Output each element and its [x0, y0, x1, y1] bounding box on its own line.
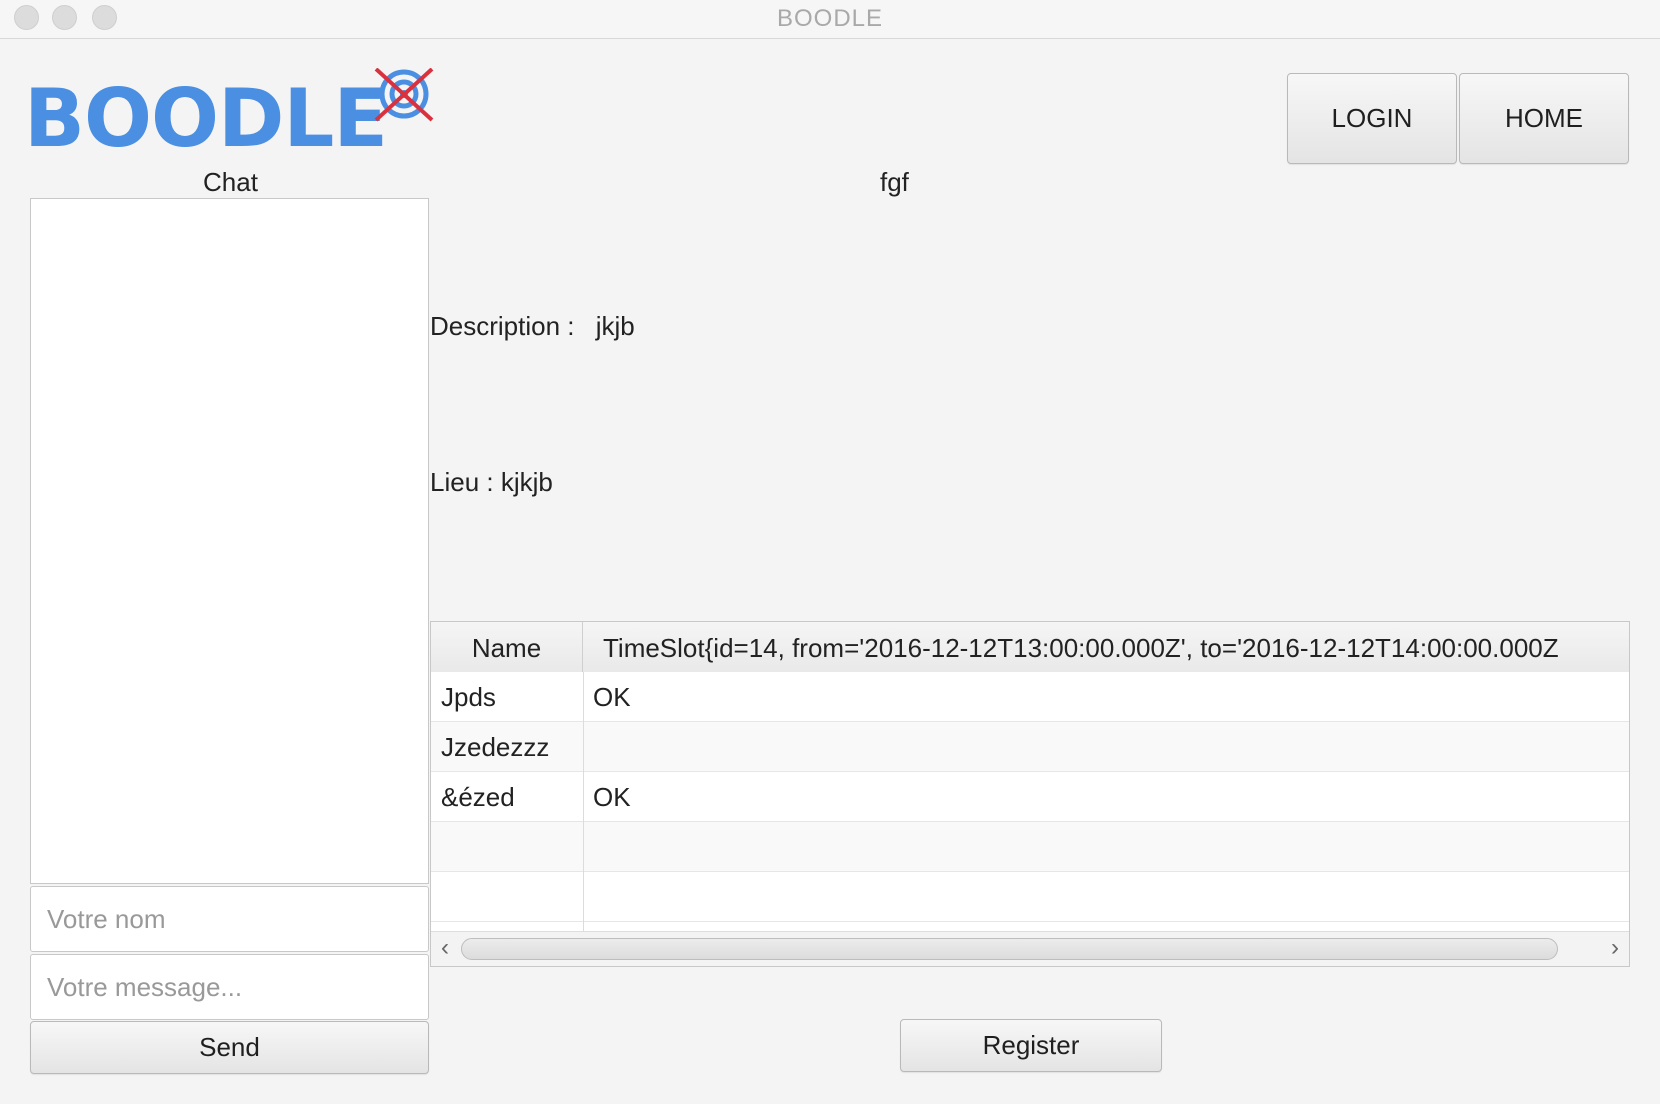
chat-messages-area[interactable] — [30, 198, 429, 884]
lieu-text: Lieu : kjkjb — [430, 467, 553, 497]
home-button-label: HOME — [1505, 103, 1583, 133]
table-cell-name: Jzedezzz — [441, 732, 550, 762]
window-titlebar: BOODLE — [0, 0, 1660, 39]
message-input-placeholder: Votre message... — [47, 972, 243, 1002]
table-cell-name — [431, 872, 583, 922]
table-row[interactable]: Jpds OK — [431, 672, 1629, 722]
table-row-empty — [431, 872, 1629, 922]
table-header: Name TimeSlot{id=14, from='2016-12-12T13… — [431, 622, 1629, 673]
column-header-timeslot[interactable]: TimeSlot{id=14, from='2016-12-12T13:00:0… — [583, 622, 1629, 672]
table-cell-value — [583, 822, 593, 872]
table-row-empty — [431, 822, 1629, 872]
table-cell-value: OK — [593, 782, 631, 812]
login-button-label: LOGIN — [1331, 103, 1413, 133]
event-title: fgf — [880, 167, 909, 197]
column-header-name[interactable]: Name — [431, 622, 583, 672]
column-divider — [583, 672, 584, 934]
table-row[interactable]: Jzedezzz — [431, 722, 1629, 772]
table-cell-value — [583, 872, 593, 922]
scrollbar-thumb[interactable] — [461, 938, 1558, 960]
name-input[interactable]: Votre nom — [30, 886, 429, 952]
table-cell-value: OK — [593, 682, 631, 712]
send-button[interactable]: Send — [30, 1021, 429, 1074]
target-cross-icon — [374, 68, 434, 122]
window-title: BOODLE — [776, 5, 884, 32]
description-row: Description : jkjb — [430, 311, 635, 342]
table-row[interactable]: &ézed OK — [431, 772, 1629, 822]
table-cell-name — [431, 822, 583, 872]
home-button[interactable]: HOME — [1459, 73, 1629, 164]
register-button-label: Register — [982, 1030, 1080, 1060]
description-value: jkjb — [595, 311, 635, 341]
table-cell-value — [583, 722, 593, 772]
login-button[interactable]: LOGIN — [1287, 73, 1457, 164]
timeslot-table[interactable]: Name TimeSlot{id=14, from='2016-12-12T13… — [430, 621, 1630, 967]
horizontal-scrollbar[interactable]: ‹ › — [431, 931, 1629, 966]
send-button-label: Send — [199, 1032, 260, 1062]
name-input-placeholder: Votre nom — [47, 904, 166, 934]
register-button[interactable]: Register — [900, 1019, 1162, 1072]
message-input[interactable]: Votre message... — [30, 954, 429, 1020]
chat-title: Chat — [203, 167, 258, 197]
logo-text: BOODLE — [24, 72, 388, 165]
table-cell-name: Jpds — [441, 682, 496, 712]
description-label: Description : — [430, 311, 575, 341]
table-cell-name: &ézed — [441, 782, 515, 812]
boodle-logo: BOODLE — [22, 68, 442, 168]
scroll-left-icon[interactable]: ‹ — [431, 932, 459, 966]
scroll-right-icon[interactable]: › — [1601, 932, 1629, 966]
